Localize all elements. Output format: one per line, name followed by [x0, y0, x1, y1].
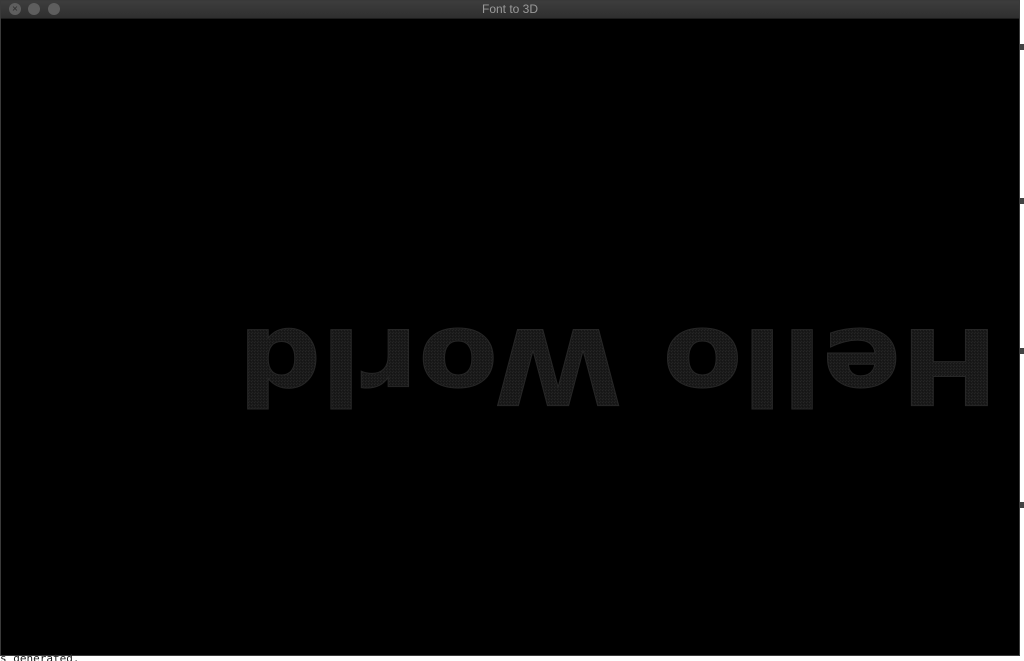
background-window-edge — [1020, 0, 1024, 661]
rendered-3d-text: Hello World — [238, 305, 998, 427]
window-title: Font to 3D — [481, 2, 539, 16]
render-viewport[interactable]: Hello World — [1, 19, 1019, 655]
background-window-mark — [1020, 198, 1024, 204]
scene-canvas: Hello World — [237, 304, 998, 427]
app-window: × Font to 3D Hello World — [0, 0, 1020, 656]
title-bar[interactable]: × Font to 3D — [1, 1, 1019, 19]
background-window-mark — [1020, 502, 1024, 508]
background-window-mark — [1020, 348, 1024, 354]
background-window-mark — [1020, 44, 1024, 50]
terminal-output-peek: s generated. — [0, 653, 80, 661]
